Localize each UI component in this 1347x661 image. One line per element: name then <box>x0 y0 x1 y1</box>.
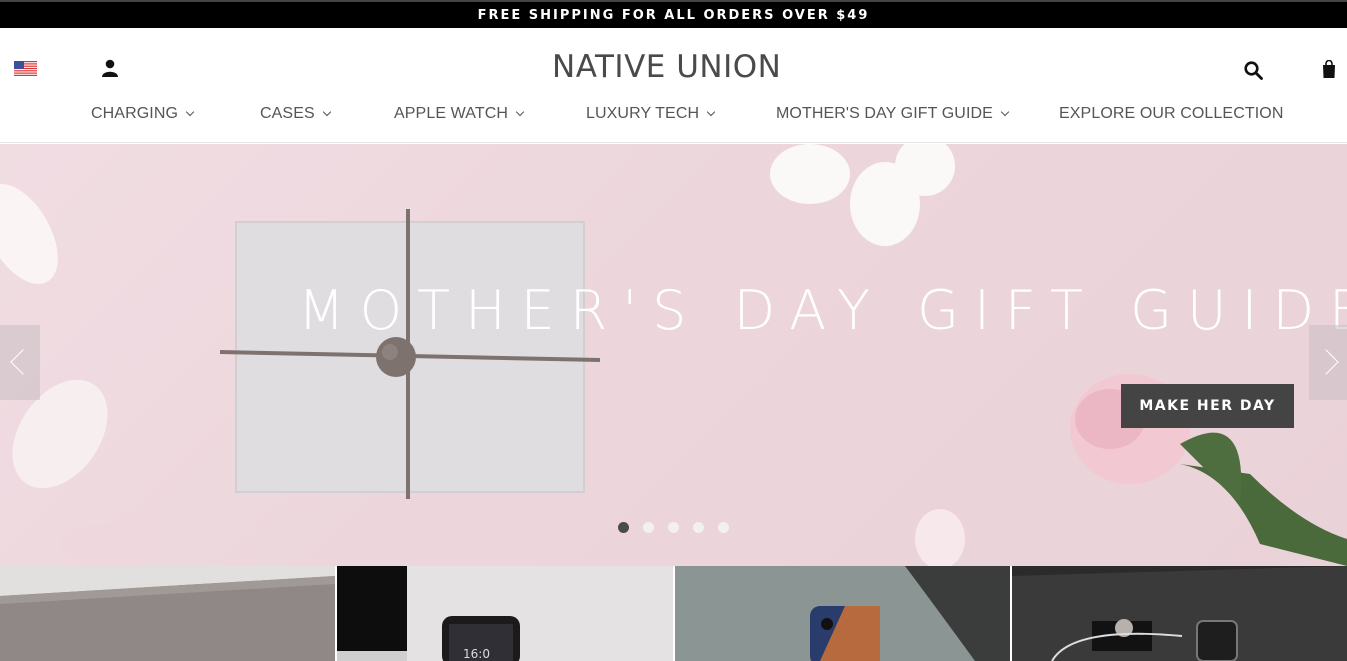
petal-shape <box>915 509 965 566</box>
svg-text:16:0: 16:0 <box>463 647 490 661</box>
carousel-dot[interactable] <box>668 522 679 533</box>
nav-label: CASES <box>260 105 315 122</box>
nav-mothers-day-gift-guide[interactable]: MOTHER'S DAY GIFT GUIDE <box>776 105 1010 123</box>
category-tile[interactable] <box>0 566 335 661</box>
chevron-down-icon <box>185 107 195 117</box>
us-flag-icon[interactable] <box>14 61 37 76</box>
chevron-left-icon <box>10 349 36 375</box>
main-nav: CHARGING CASES APPLE WATCH LUXURY TECH M… <box>0 105 1347 127</box>
carousel-next-button[interactable] <box>1309 325 1347 400</box>
chevron-right-icon <box>1313 349 1339 375</box>
chevron-down-icon <box>706 107 716 117</box>
nav-label: EXPLORE OUR COLLECTION <box>1059 105 1284 122</box>
nav-explore-collection[interactable]: EXPLORE OUR COLLECTION <box>1059 105 1283 123</box>
shipping-banner-text: FREE SHIPPING FOR ALL ORDERS OVER $49 <box>477 8 870 23</box>
account-icon[interactable] <box>102 59 118 77</box>
shopping-bag-icon[interactable] <box>1322 60 1336 78</box>
shipping-banner: FREE SHIPPING FOR ALL ORDERS OVER $49 <box>0 0 1347 28</box>
carousel-dot[interactable] <box>718 522 729 533</box>
category-tiles: 16:0 <box>0 566 1347 661</box>
petal-shape <box>770 144 850 204</box>
brand-logo[interactable]: NATIVE UNION <box>552 49 781 85</box>
carousel-dot[interactable] <box>693 522 704 533</box>
nav-luxury-tech[interactable]: LUXURY TECH <box>586 105 716 123</box>
carousel-dot[interactable] <box>618 522 629 533</box>
nav-label: MOTHER'S DAY GIFT GUIDE <box>776 105 993 122</box>
nav-cases[interactable]: CASES <box>260 105 331 123</box>
category-tile[interactable] <box>1012 566 1347 661</box>
carousel-dot[interactable] <box>643 522 654 533</box>
chevron-down-icon <box>1000 107 1010 117</box>
make-her-day-button[interactable]: MAKE HER DAY <box>1121 384 1294 428</box>
petal-shape <box>60 524 160 564</box>
nav-charging[interactable]: CHARGING <box>91 105 195 123</box>
search-icon[interactable] <box>1244 61 1263 80</box>
nav-label: APPLE WATCH <box>394 105 509 122</box>
hero-image <box>0 144 1347 566</box>
nav-apple-watch[interactable]: APPLE WATCH <box>394 105 525 123</box>
hero-carousel: MOTHER'S DAY GIFT GUIDE MAKE HER DAY <box>0 144 1347 566</box>
petal-shape <box>0 184 58 284</box>
nav-label: LUXURY TECH <box>586 105 700 122</box>
category-tile[interactable]: 16:0 <box>337 566 673 661</box>
carousel-prev-button[interactable] <box>0 325 40 400</box>
nav-label: CHARGING <box>91 105 179 122</box>
hero-title: MOTHER'S DAY GIFT GUIDE <box>298 279 1347 342</box>
category-tile[interactable] <box>675 566 1010 661</box>
site-header: NATIVE UNION CHARGING CASES APPLE WATCH … <box>0 28 1347 143</box>
chevron-down-icon <box>322 107 331 117</box>
stem-shape <box>1180 464 1347 566</box>
chevron-down-icon <box>515 107 525 117</box>
